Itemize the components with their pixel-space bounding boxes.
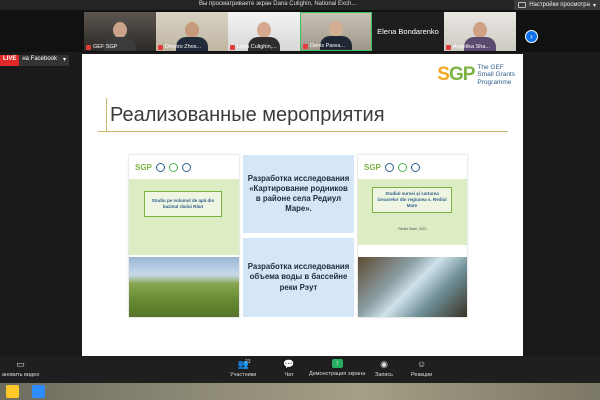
title-underline [98,131,508,132]
report-cover-date: Rediul Mare, 2021 [398,227,427,231]
participants-count: 23 [245,359,251,365]
next-page-button[interactable]: › [525,30,538,43]
shared-screen-slide: SGP The GEF Small Grants Programme Реали… [82,54,523,356]
sgp-logo: SGP The GEF Small Grants Programme [437,64,515,86]
os-taskbar [0,383,600,400]
chat-label: Чат [284,372,294,378]
sgp-logo-text: The GEF Small Grants Programme [477,64,515,86]
monitor-icon [518,2,527,8]
share-screen-icon: ↑ [331,359,343,368]
share-screen-button[interactable]: ↑ Демонстрация экрана [309,359,365,377]
smiley-icon: ☺ [417,359,427,369]
reactions-button[interactable]: ☺ Реакции [411,359,432,378]
mic-muted-icon [446,44,451,50]
file-explorer-icon[interactable] [6,385,19,398]
mic-muted-icon [158,44,163,50]
start-video-label: ановить видео [2,372,40,378]
report-cover-header: SGP [129,155,239,179]
participant-tile[interactable]: Lena Culighin,... [228,12,300,51]
start-video-button[interactable]: ▭ ановить видео [2,358,40,379]
participant-name-tag: Lena Culighin,... [230,44,277,50]
chat-button[interactable]: 💬 Чат [283,358,295,379]
undp-logo-icon [384,162,394,172]
eco-seal-icon [168,162,178,172]
participant-name: Denis Parea... [310,43,345,49]
live-stream-indicator[interactable]: LIVE на Facebook ▾ [0,55,70,66]
meeting-controls-toolbar: ▭ ановить видео 👥 23 Участники 💬 Чат ↑ Д… [0,356,600,383]
live-badge: LIVE [0,55,20,66]
water-hands-photo [358,257,467,317]
record-button[interactable]: ◉ Запись [375,358,394,379]
participant-name-tag: GEF SGP [86,44,117,50]
participant-tile[interactable]: Dmytro Zhos... [156,12,228,51]
sgp-logo-small: SGP [364,162,381,172]
sgp-logo-small: SGP [135,162,152,172]
participant-name-tag: Angelika Sha... [446,44,490,50]
reactions-label: Реакции [411,372,433,378]
participants-label: Участники [230,372,257,378]
participant-tile-no-video[interactable]: Elena Bondarenko [372,12,444,51]
activity-box-springs-mapping: Разработка исследования «Картирование ро… [243,155,354,233]
participant-tile[interactable]: Angelika Sha... [444,12,516,51]
view-options-label: Настройки просмотра [529,2,590,8]
chevron-down-icon: ▾ [60,55,70,66]
organization-logo-icon [410,162,420,172]
zoom-app-icon[interactable] [32,385,45,398]
participant-strip: GEF SGP Dmytro Zhos... Lena Culighin,... [0,10,600,52]
participant-tile[interactable]: GEF SGP [84,12,156,51]
report-cover-header: SGP [358,155,467,179]
chat-bubble-icon: 💬 [283,358,295,369]
chevron-down-icon: ▾ [592,2,596,9]
eco-seal-icon [397,162,407,172]
participant-name-tag: Dmytro Zhos... [158,44,201,50]
view-options-button[interactable]: Настройки просмотра ▾ [514,0,600,10]
report-cover-title: Studiu pe volumul de apă din bazinul râu… [144,191,222,217]
landscape-photo [129,257,239,317]
activity-box-water-volume: Разработка исследования объема воды в ба… [243,238,354,317]
participant-tile-active-speaker[interactable]: Denis Parea... [300,12,372,51]
participant-name: Dmytro Zhos... [165,44,202,50]
undp-logo-icon [155,162,165,172]
view-notification-bar: Вы просматриваете экран Dana Culighin, N… [0,0,600,10]
title-accent-line [106,98,107,132]
live-platform-label: на Facebook [19,55,61,66]
participant-name: GEF SGP [93,44,118,50]
participants-button[interactable]: 👥 23 Участники [230,359,257,379]
viewing-screen-message: Вы просматриваете экран Dana Culighin, N… [199,1,357,7]
zoom-window: Вы просматриваете экран Dana Culighin, N… [0,0,600,400]
participant-name: Angelika Sha... [453,44,490,50]
mic-muted-icon [230,44,235,50]
participant-name-tag: Denis Parea... [303,43,345,49]
report-cover-right: SGP Studiul sursei și cartarea izvoarelo… [358,155,467,317]
slide-title: Реализованные мероприятия [110,104,385,126]
video-camera-icon: ▭ [16,358,25,369]
participant-name: Lena Culighin,... [237,44,277,50]
participant-name: Elena Bondarenko [377,27,439,36]
organization-logo-icon [181,162,191,172]
mic-muted-icon [303,43,308,49]
sgp-logo-mark: SGP [437,64,475,86]
mic-muted-icon [86,44,91,50]
report-cover-title: Studiul sursei și cartarea izvoarelor di… [372,187,452,213]
record-icon: ◉ [380,358,388,369]
chevron-right-icon: › [530,32,533,41]
record-label: Запись [375,372,394,378]
report-cover-left: SGP Studiu pe volumul de apă din bazinul… [129,155,239,317]
share-screen-label: Демонстрация экрана [309,371,366,377]
